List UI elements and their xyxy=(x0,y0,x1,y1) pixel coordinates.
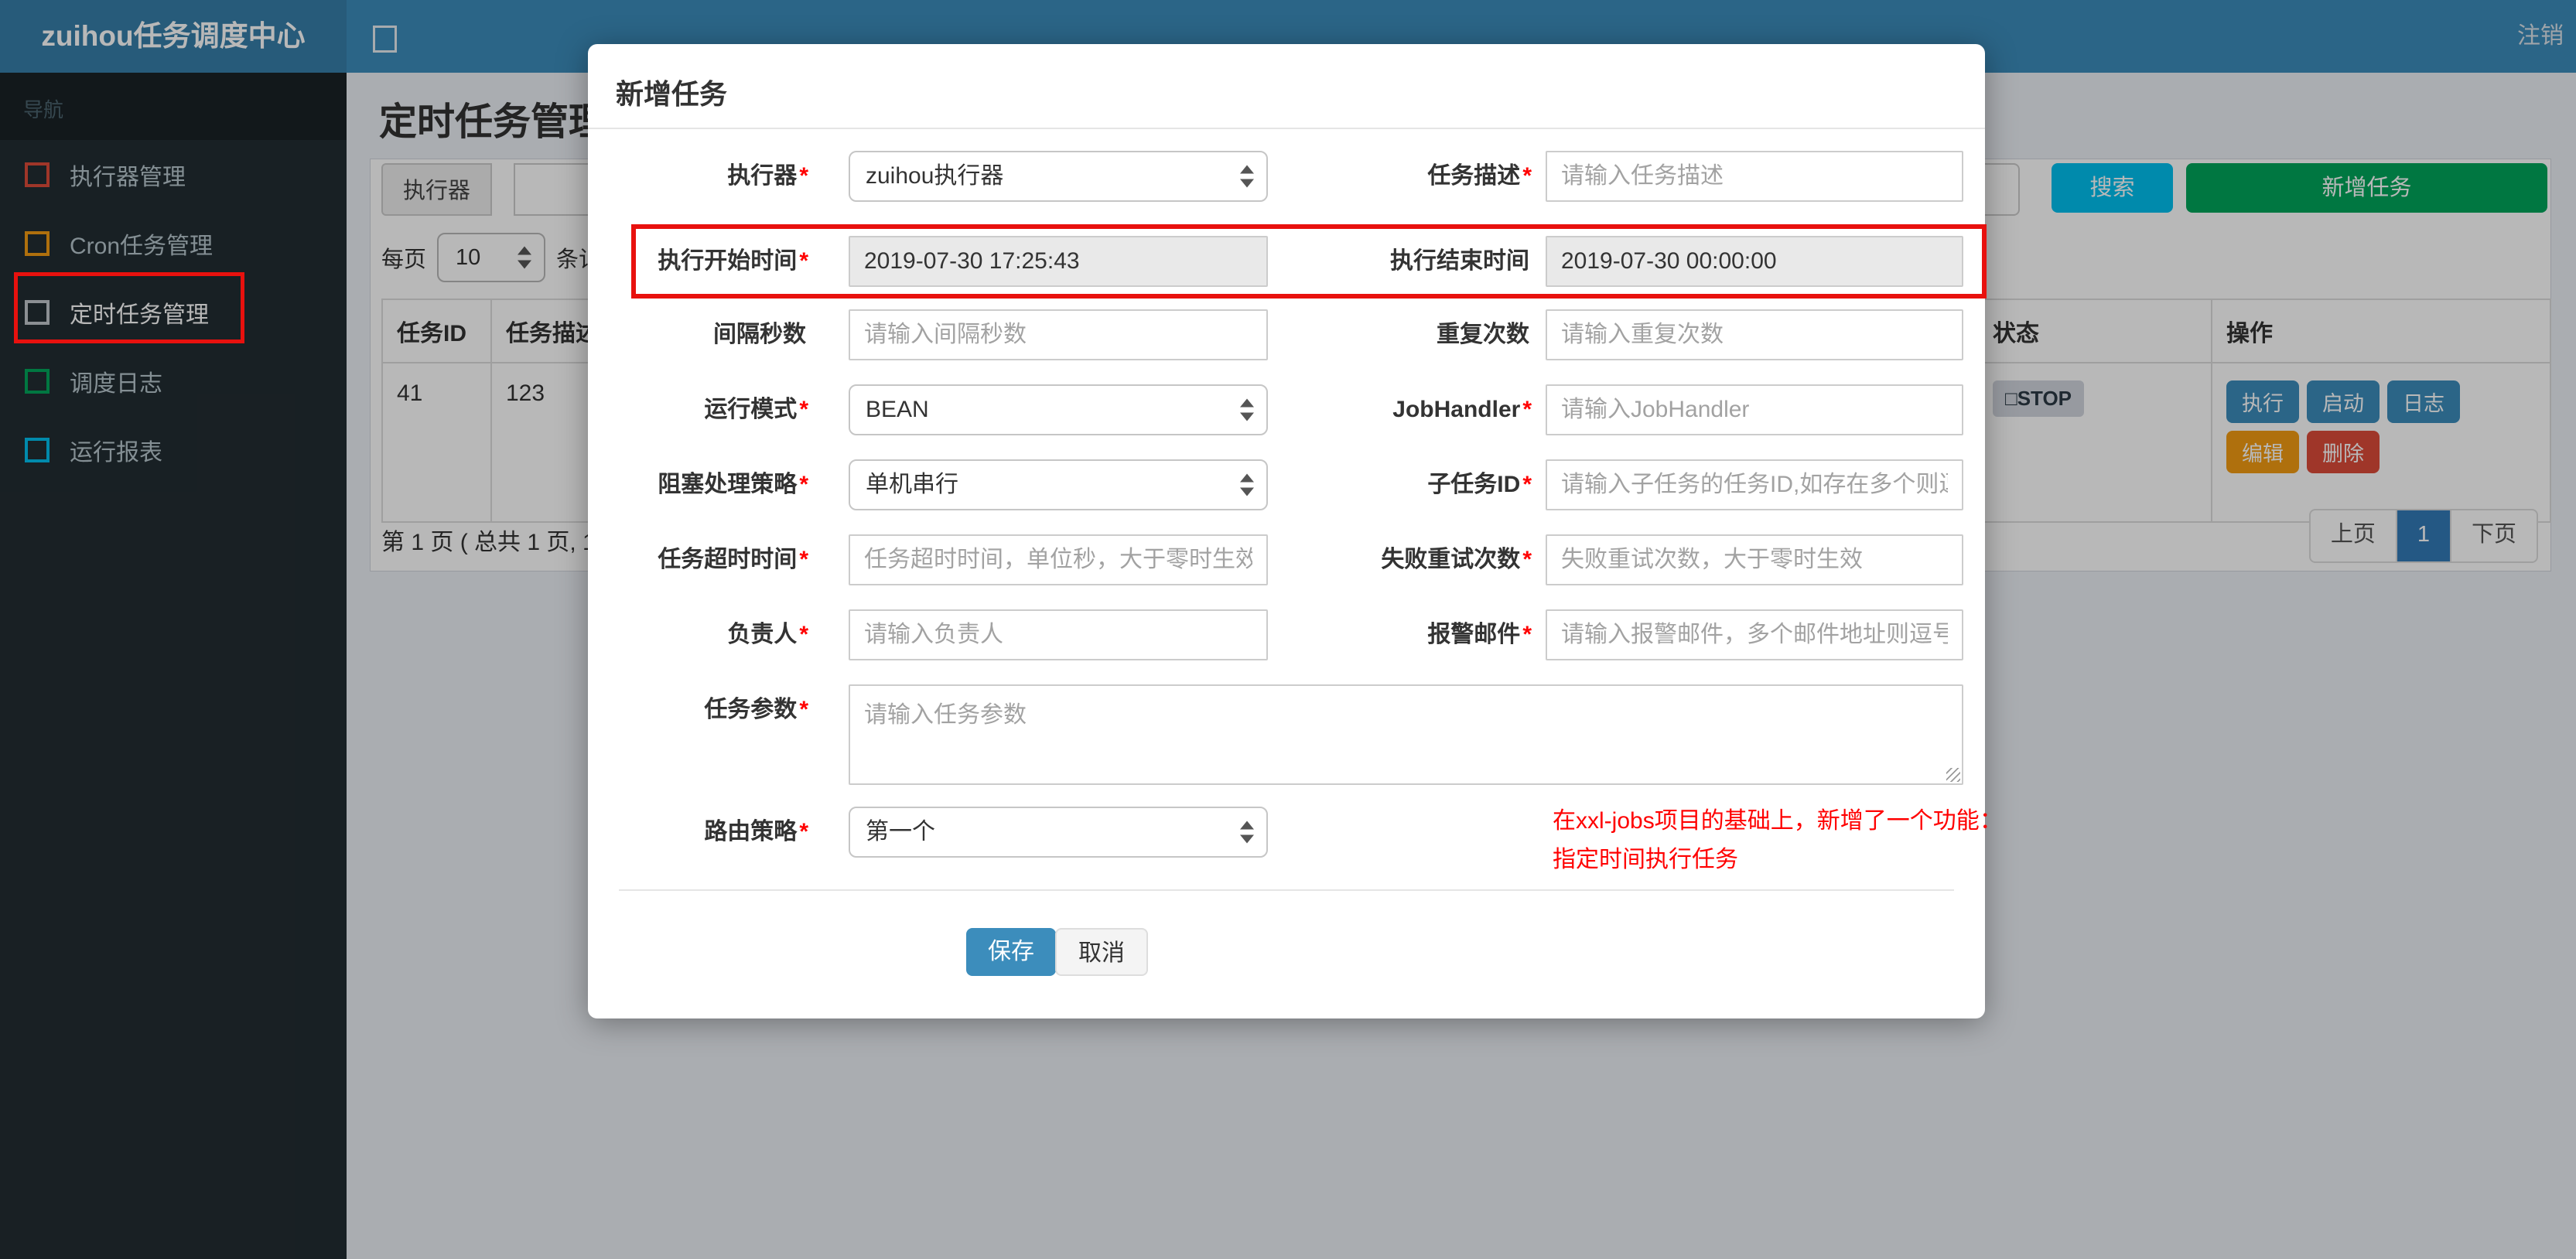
select-arrows-icon xyxy=(1240,398,1254,421)
save-button[interactable]: 保存 xyxy=(966,928,1056,976)
block-strategy-select[interactable]: 单机串行 xyxy=(849,459,1268,510)
modal-title-divider xyxy=(588,128,1985,129)
alarm-email-label: 报警邮件 * xyxy=(1427,622,1532,647)
owner-input[interactable] xyxy=(849,609,1268,660)
app-screen: zuihou任务调度中心 注销 导航 执行器管理 Cron任务管理 定时任务管理… xyxy=(0,0,2576,1259)
job-desc-input[interactable] xyxy=(1546,151,1963,202)
child-task-input[interactable] xyxy=(1546,459,1963,510)
feature-note-line1: 在xxl-jobs项目的基础上，新增了一个功能： xyxy=(1553,808,2003,834)
block-strategy-label: 阻塞处理策略 * xyxy=(658,472,808,497)
repeat-label: 重复次数 xyxy=(1437,322,1529,347)
job-param-label: 任务参数 * xyxy=(704,697,808,722)
jobhandler-label: JobHandler * xyxy=(1392,397,1532,422)
select-arrows-icon xyxy=(1240,165,1254,188)
interval-label: 间隔秒数 xyxy=(713,322,806,347)
cancel-button[interactable]: 取消 xyxy=(1055,928,1148,976)
resize-grip-icon[interactable] xyxy=(1946,768,1960,782)
job-param-textarea[interactable] xyxy=(849,684,1963,785)
repeat-input[interactable] xyxy=(1546,309,1963,360)
end-time-field[interactable] xyxy=(1546,236,1963,287)
run-mode-select[interactable]: BEAN xyxy=(849,384,1268,435)
executor-label: 执行器 * xyxy=(727,163,808,189)
timeout-input[interactable] xyxy=(849,534,1268,585)
form-row-owner: 负责人* 报警邮件* xyxy=(588,609,1985,660)
owner-label: 负责人 * xyxy=(727,622,808,647)
alarm-email-input[interactable] xyxy=(1546,609,1963,660)
form-row-block-strategy: 阻塞处理策略 * 单机串行 子任务ID * xyxy=(588,459,1985,510)
start-time-field[interactable] xyxy=(849,236,1268,287)
end-time-label: 执行结束时间 xyxy=(1390,248,1529,274)
form-row-interval: 间隔秒数 重复次数 xyxy=(588,309,1985,360)
modal-footer-divider xyxy=(619,889,1954,891)
form-row-timeout: 任务超时时间* 失败重试次数* xyxy=(588,534,1985,585)
timeout-label: 任务超时时间 * xyxy=(658,547,808,572)
modal-title: 新增任务 xyxy=(616,78,728,110)
select-arrows-icon xyxy=(1240,473,1254,496)
executor-select[interactable]: zuihou执行器 xyxy=(849,151,1268,202)
select-arrows-icon xyxy=(1240,821,1254,844)
job-desc-label: 任务描述 * xyxy=(1427,163,1532,189)
form-row-job-param: 任务参数 * xyxy=(588,684,1985,785)
feature-note: 在xxl-jobs项目的基础上，新增了一个功能： 指定时间执行任务 xyxy=(1553,802,2140,879)
start-time-label: 执行开始时间 * xyxy=(658,248,808,274)
run-mode-label: 运行模式 * xyxy=(704,397,808,422)
form-row-exec-time: 执行开始时间* 执行结束时间 xyxy=(588,236,1985,287)
jobhandler-input[interactable] xyxy=(1546,384,1963,435)
form-row-run-mode: 运行模式 * BEAN JobHandler * xyxy=(588,384,1985,435)
route-strategy-label: 路由策略 * xyxy=(704,819,808,844)
child-task-label: 子任务ID * xyxy=(1427,472,1532,497)
interval-input[interactable] xyxy=(849,309,1268,360)
form-row-executor: 执行器 * zuihou执行器 任务描述 * xyxy=(588,151,1985,202)
feature-note-line2: 指定时间执行任务 xyxy=(1553,847,1738,872)
form-row-route-strategy: 路由策略 * 第一个 在xxl-jobs项目的基础上，新增了一个功能： 指定时间执… xyxy=(588,807,2003,872)
retry-label: 失败重试次数 * xyxy=(1381,547,1532,572)
add-task-modal: 新增任务 执行器* zuihou执行器 任务描述* 执行开始时间* 执行结束时间… xyxy=(588,44,2003,1018)
retry-input[interactable] xyxy=(1546,534,1963,585)
route-strategy-select[interactable]: 第一个 xyxy=(849,807,1268,858)
